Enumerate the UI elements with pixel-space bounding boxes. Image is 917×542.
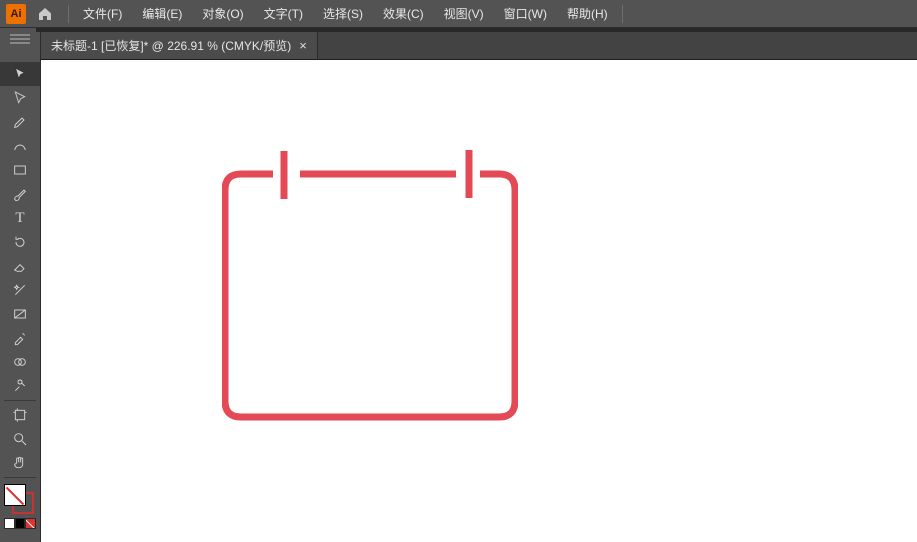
close-icon[interactable]: × [299,38,307,53]
tool-symbol-sprayer[interactable] [0,374,40,398]
fill-stroke-swatch[interactable] [4,484,36,516]
color-mode-none[interactable] [25,518,36,529]
fill-swatch[interactable] [4,484,26,506]
home-icon[interactable] [34,3,56,25]
tool-zoom[interactable] [0,427,40,451]
tool-gradient[interactable] [0,302,40,326]
tool-pen[interactable] [0,110,40,134]
menu-type[interactable]: 文字(T) [254,0,313,28]
color-mode-color[interactable] [4,518,15,529]
color-mode-row [0,518,40,529]
tools-separator [4,400,36,401]
document-area: 未标题-1 [已恢复]* @ 226.91 % (CMYK/预览) × [41,32,917,542]
document-tab[interactable]: 未标题-1 [已恢复]* @ 226.91 % (CMYK/预览) × [41,32,318,59]
tools-panel: T [0,32,41,542]
menu-help[interactable]: 帮助(H) [557,0,618,28]
tool-artboard[interactable] [0,403,40,427]
menu-select[interactable]: 选择(S) [313,0,373,28]
tool-selection[interactable] [0,62,40,86]
menubar: Ai 文件(F) 编辑(E) 对象(O) 文字(T) 选择(S) 效果(C) 视… [0,0,917,28]
menu-effect[interactable]: 效果(C) [373,0,434,28]
menu-edit[interactable]: 编辑(E) [132,0,192,28]
canvas[interactable] [41,60,917,542]
tool-blend[interactable] [0,350,40,374]
document-tab-title: 未标题-1 [已恢复]* @ 226.91 % (CMYK/预览) [51,37,291,54]
tool-rectangle[interactable] [0,158,40,182]
menubar-divider [68,5,69,23]
artwork-calendar-shape[interactable] [222,150,518,426]
document-tabstrip: 未标题-1 [已恢复]* @ 226.91 % (CMYK/预览) × [41,32,917,60]
main-area: T [0,32,917,542]
tool-rotate[interactable] [0,230,40,254]
tool-type[interactable]: T [0,206,40,230]
tool-paintbrush[interactable] [0,182,40,206]
menu-window[interactable]: 窗口(W) [494,0,557,28]
tools-grip-icon[interactable] [2,34,38,44]
menu-items: 文件(F) 编辑(E) 对象(O) 文字(T) 选择(S) 效果(C) 视图(V… [73,0,618,28]
tool-hand[interactable] [0,451,40,475]
tools-separator-2 [4,477,36,478]
menu-object[interactable]: 对象(O) [192,0,253,28]
menu-view[interactable]: 视图(V) [434,0,494,28]
tool-curvature[interactable] [0,134,40,158]
tool-eraser[interactable] [0,254,40,278]
tool-magic-wand[interactable] [0,278,40,302]
menubar-divider-end [622,5,623,23]
color-mode-gradient[interactable] [15,518,26,529]
tool-direct-selection[interactable] [0,86,40,110]
menu-file[interactable]: 文件(F) [73,0,132,28]
tool-eyedropper[interactable] [0,326,40,350]
app-logo: Ai [6,4,26,24]
